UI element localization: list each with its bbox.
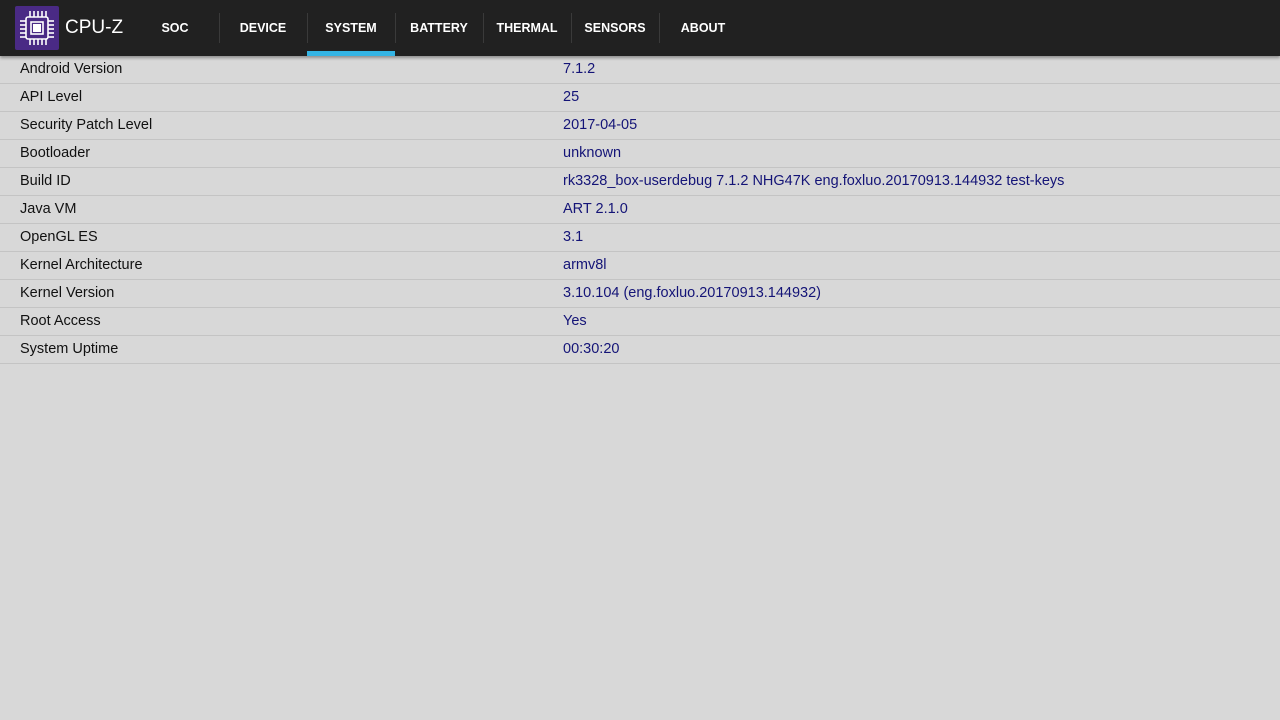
tab-device[interactable]: DEVICE <box>219 0 307 56</box>
tab-about[interactable]: ABOUT <box>659 0 747 56</box>
system-info-list: Android Version 7.1.2 API Level 25 Secur… <box>0 56 1280 364</box>
row-security-patch-level: Security Patch Level 2017-04-05 <box>0 112 1280 140</box>
tab-label: SOC <box>161 21 189 35</box>
row-value: 3.1 <box>563 229 584 245</box>
row-system-uptime: System Uptime 00:30:20 <box>0 336 1280 364</box>
row-key: System Uptime <box>20 341 119 357</box>
tab-sensors[interactable]: SENSORS <box>571 0 659 56</box>
row-key: Kernel Architecture <box>20 257 143 273</box>
row-bootloader: Bootloader unknown <box>0 140 1280 168</box>
row-key: Java VM <box>20 201 77 217</box>
row-value: 2017-04-05 <box>563 117 638 133</box>
row-key: Android Version <box>20 61 123 77</box>
tab-label: THERMAL <box>496 21 558 35</box>
row-key: Security Patch Level <box>20 117 153 133</box>
tab-thermal[interactable]: THERMAL <box>483 0 571 56</box>
row-java-vm: Java VM ART 2.1.0 <box>0 196 1280 224</box>
row-kernel-version: Kernel Version 3.10.104 (eng.foxluo.2017… <box>0 280 1280 308</box>
row-value: 3.10.104 (eng.foxluo.20170913.144932) <box>563 285 821 301</box>
row-key: Build ID <box>20 173 71 189</box>
tab-label: BATTERY <box>410 21 468 35</box>
row-opengl-es: OpenGL ES 3.1 <box>0 224 1280 252</box>
tab-battery[interactable]: BATTERY <box>395 0 483 56</box>
row-key: Root Access <box>20 313 101 329</box>
tab-soc[interactable]: SOC <box>131 0 219 56</box>
row-key: Bootloader <box>20 145 91 161</box>
row-value: 7.1.2 <box>563 61 596 77</box>
row-key: API Level <box>20 89 83 105</box>
row-value: unknown <box>563 145 622 161</box>
row-build-id: Build ID rk3328_box-userdebug 7.1.2 NHG4… <box>0 168 1280 196</box>
app-title: CPU-Z <box>65 17 124 38</box>
row-kernel-architecture: Kernel Architecture armv8l <box>0 252 1280 280</box>
row-root-access: Root Access Yes <box>0 308 1280 336</box>
row-value: Yes <box>563 313 587 329</box>
tab-label: DEVICE <box>239 21 287 35</box>
tab-system[interactable]: SYSTEM <box>307 0 395 56</box>
row-value: 00:30:20 <box>563 341 620 357</box>
row-key: OpenGL ES <box>20 229 98 245</box>
row-android-version: Android Version 7.1.2 <box>0 56 1280 84</box>
row-value: 25 <box>563 89 580 105</box>
tab-label: ABOUT <box>680 21 726 35</box>
row-value: rk3328_box-userdebug 7.1.2 NHG47K eng.fo… <box>563 173 1065 189</box>
cpu-chip-icon <box>15 6 59 50</box>
tab-label: SYSTEM <box>325 21 377 35</box>
row-api-level: API Level 25 <box>0 84 1280 112</box>
row-value: armv8l <box>563 257 607 273</box>
row-key: Kernel Version <box>20 285 115 301</box>
tab-label: SENSORS <box>584 21 646 35</box>
row-value: ART 2.1.0 <box>563 201 628 217</box>
app-bar: CPU-Z SOC DEVICE SYSTEM BATTERY THERMAL … <box>0 0 1280 56</box>
